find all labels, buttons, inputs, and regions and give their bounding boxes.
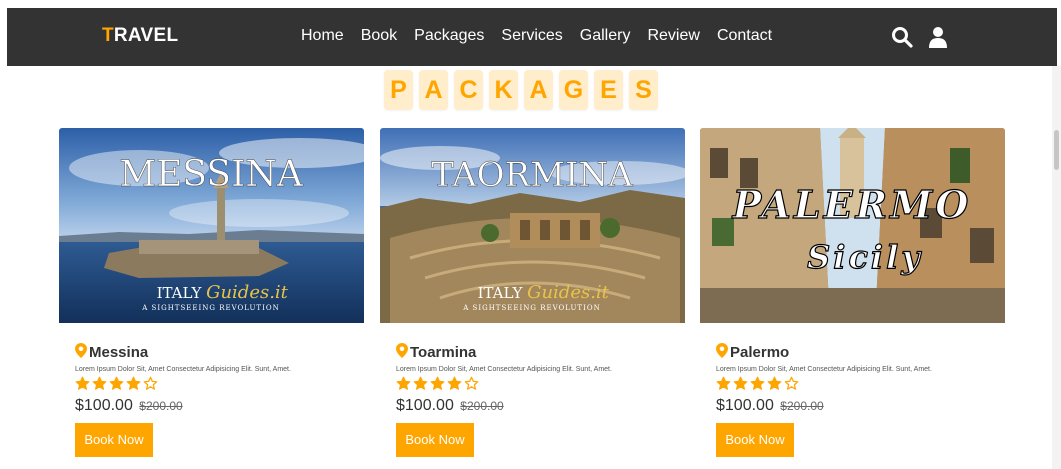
- map-marker-icon: [75, 343, 87, 362]
- rating-stars: [716, 376, 1001, 391]
- star-filled-icon: [447, 376, 462, 390]
- nav-icons: [891, 26, 949, 48]
- package-description: Lorem Ipsum Dolor Sit, Amet Consectetur …: [716, 366, 932, 373]
- image-title-taormina: TAORMINA: [431, 155, 633, 195]
- image-brand-messina: ITALY: [157, 284, 203, 302]
- rating-stars: [75, 376, 360, 391]
- navbar: TRAVEL Home Book Packages Services Galle…: [7, 8, 1057, 66]
- logo-first-letter: T: [102, 25, 114, 46]
- star-filled-icon: [767, 376, 782, 390]
- heading-letter: G: [559, 70, 588, 110]
- image-brand-script-taormina: Guides.it: [527, 282, 610, 303]
- star-filled-icon: [716, 376, 731, 390]
- scrollbar-thumb[interactable]: [1054, 130, 1059, 170]
- package-content: Messina Lorem Ipsum Dolor Sit, Amet Cons…: [75, 343, 360, 457]
- package-title: Messina: [75, 343, 360, 362]
- book-now-button[interactable]: Book Now: [75, 423, 153, 457]
- heading-letter: E: [594, 70, 623, 110]
- old-price: $200.00: [139, 399, 183, 413]
- package-image-taormina: TAORMINA ITALY Guides.it A SIGHTSEEING R…: [380, 128, 685, 323]
- image-tagline-messina: A SIGHTSEEING REVOLUTION: [141, 304, 279, 312]
- star-empty-icon: [784, 376, 799, 390]
- package-title: Toarmina: [396, 343, 681, 362]
- star-filled-icon: [413, 376, 428, 390]
- star-filled-icon: [430, 376, 445, 390]
- current-price: $100.00: [75, 397, 133, 414]
- rating-stars: [396, 376, 681, 391]
- package-price: $100.00 $200.00: [75, 397, 360, 415]
- package-price: $100.00 $200.00: [396, 397, 681, 415]
- package-description: Lorem Ipsum Dolor Sit, Amet Consectetur …: [396, 366, 612, 373]
- star-filled-icon: [733, 376, 748, 390]
- star-filled-icon: [750, 376, 765, 390]
- logo-rest: RAVEL: [113, 25, 179, 46]
- star-empty-icon: [143, 376, 158, 390]
- nav-link-book[interactable]: Book: [361, 27, 397, 45]
- page-scrollbar[interactable]: [1052, 66, 1061, 469]
- package-title-text: Toarmina: [410, 344, 477, 361]
- star-filled-icon: [109, 376, 124, 390]
- current-price: $100.00: [396, 397, 454, 414]
- package-content: Toarmina Lorem Ipsum Dolor Sit, Amet Con…: [396, 343, 681, 457]
- package-title: Palermo: [716, 343, 1001, 362]
- page: TRAVEL Home Book Packages Services Galle…: [7, 8, 1057, 469]
- user-icon[interactable]: [927, 26, 949, 48]
- nav-link-services[interactable]: Services: [501, 27, 562, 45]
- heading-letter: A: [419, 70, 448, 110]
- image-title-palermo: PALERMO: [732, 182, 972, 227]
- logo[interactable]: TRAVEL: [102, 25, 178, 47]
- old-price: $200.00: [460, 399, 504, 413]
- package-description: Lorem Ipsum Dolor Sit, Amet Consectetur …: [75, 366, 291, 373]
- package-price: $100.00 $200.00: [716, 397, 1001, 415]
- nav-links: Home Book Packages Services Gallery Revi…: [301, 27, 789, 45]
- package-card-palermo: PALERMO Sicily Palermo Lorem Ipsum Dolor…: [700, 128, 1005, 469]
- package-title-text: Messina: [89, 344, 149, 361]
- star-filled-icon: [75, 376, 90, 390]
- map-marker-icon: [716, 343, 728, 362]
- package-content: Palermo Lorem Ipsum Dolor Sit, Amet Cons…: [716, 343, 1001, 457]
- heading-letter: A: [524, 70, 553, 110]
- star-filled-icon: [396, 376, 411, 390]
- old-price: $200.00: [780, 399, 824, 413]
- nav-link-contact[interactable]: Contact: [717, 27, 772, 45]
- nav-link-review[interactable]: Review: [647, 27, 699, 45]
- image-brand-taormina: ITALY: [478, 284, 524, 302]
- current-price: $100.00: [716, 397, 774, 414]
- image-subtitle-palermo: Sicily: [807, 238, 923, 276]
- nav-link-packages[interactable]: Packages: [414, 27, 484, 45]
- heading-letter: C: [454, 70, 483, 110]
- packages-heading: P A C K A G E S: [384, 70, 658, 110]
- book-now-button[interactable]: Book Now: [396, 423, 474, 457]
- heading-letter: K: [489, 70, 518, 110]
- image-title-messina: MESSINA: [119, 154, 304, 195]
- nav-link-home[interactable]: Home: [301, 27, 344, 45]
- package-image-messina: MESSINA ITALY Guides.it A SIGHTSEEING RE…: [59, 128, 364, 323]
- star-empty-icon: [464, 376, 479, 390]
- book-now-button[interactable]: Book Now: [716, 423, 794, 457]
- image-tagline-taormina: A SIGHTSEEING REVOLUTION: [462, 304, 600, 312]
- heading-letter: P: [384, 70, 413, 110]
- image-brand-script-messina: Guides.it: [206, 282, 289, 303]
- package-title-text: Palermo: [730, 344, 790, 361]
- star-filled-icon: [126, 376, 141, 390]
- star-filled-icon: [92, 376, 107, 390]
- package-image-palermo: PALERMO Sicily: [700, 128, 1005, 323]
- package-card-taormina: TAORMINA ITALY Guides.it A SIGHTSEEING R…: [380, 128, 685, 469]
- map-marker-icon: [396, 343, 408, 362]
- heading-letter: S: [629, 70, 658, 110]
- search-icon[interactable]: [891, 26, 913, 48]
- nav-link-gallery[interactable]: Gallery: [580, 27, 631, 45]
- package-card-messina: MESSINA ITALY Guides.it A SIGHTSEEING RE…: [59, 128, 364, 469]
